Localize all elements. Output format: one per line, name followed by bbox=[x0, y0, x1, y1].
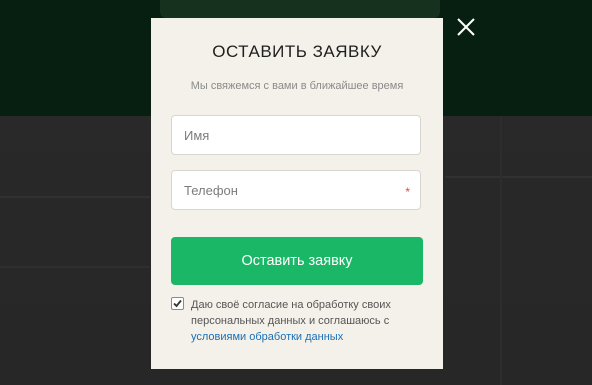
consent-label: Даю своё согласие на обработку своих пер… bbox=[191, 299, 391, 327]
submit-request-button[interactable]: Оставить заявку bbox=[171, 237, 423, 285]
consent-text: Даю своё согласие на обработку своих пер… bbox=[191, 297, 426, 345]
modal-subtitle: Мы свяжемся с вами в ближайшее время bbox=[190, 80, 404, 92]
phone-input[interactable] bbox=[172, 171, 420, 209]
request-modal: ОСТАВИТЬ ЗАЯВКУ Мы свяжемся с вами в бли… bbox=[151, 18, 443, 369]
data-processing-terms-link[interactable]: условиями обработки данных bbox=[191, 331, 343, 343]
required-asterisk: * bbox=[405, 185, 410, 199]
phone-field-wrapper: * bbox=[171, 170, 421, 210]
name-input[interactable] bbox=[172, 116, 420, 154]
close-button[interactable] bbox=[455, 16, 477, 38]
modal-title: ОСТАВИТЬ ЗАЯВКУ bbox=[212, 42, 382, 61]
checkmark-icon bbox=[173, 299, 182, 308]
consent-checkbox[interactable] bbox=[171, 297, 184, 310]
close-icon bbox=[457, 18, 475, 36]
name-field-wrapper bbox=[171, 115, 421, 155]
